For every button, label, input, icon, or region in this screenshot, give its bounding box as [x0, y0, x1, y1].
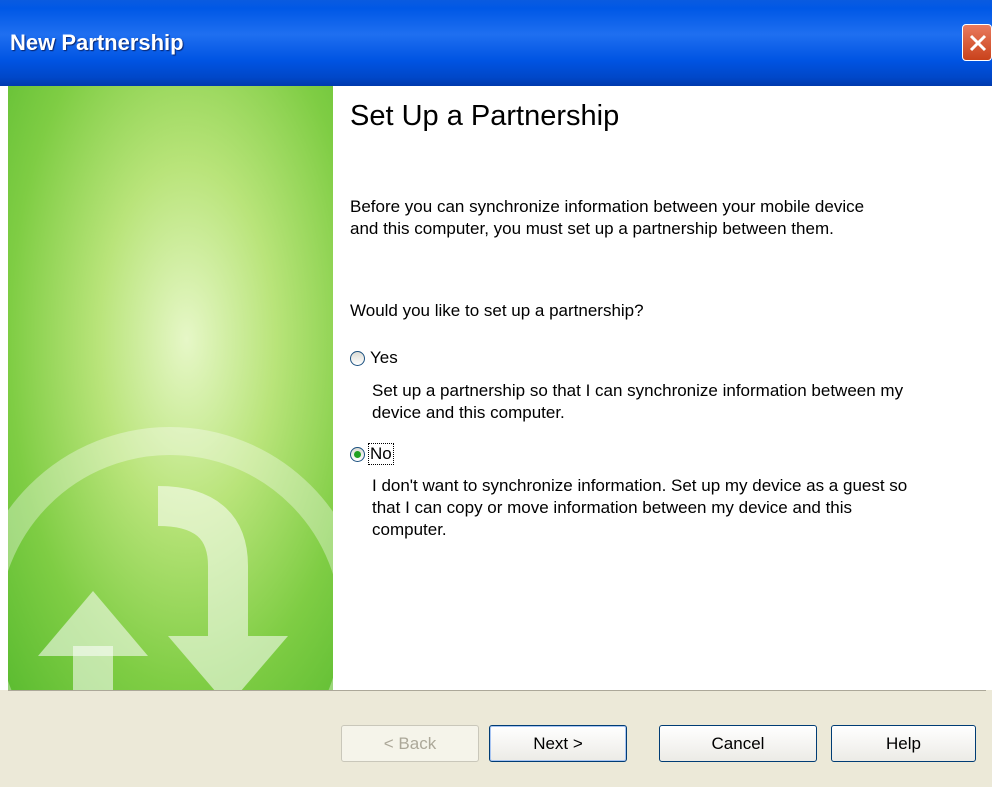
no-description: I don't want to synchronize information.…	[372, 476, 908, 539]
next-button[interactable]: Next >	[489, 725, 627, 762]
radio-no[interactable]: No	[350, 443, 394, 465]
new-partnership-dialog: New Partnership Set Up a Partnership Bef…	[0, 0, 992, 787]
title-bar[interactable]: New Partnership	[0, 0, 992, 86]
radio-yes[interactable]: Yes	[350, 348, 399, 368]
window-title: New Partnership	[10, 30, 184, 55]
yes-description: Set up a partnership so that I can synch…	[372, 381, 904, 422]
radio-no-circle[interactable]	[350, 446, 365, 462]
question-text: Would you like to set up a partnership?	[350, 301, 644, 320]
radio-no-label[interactable]: No	[368, 443, 394, 465]
radio-yes-circle[interactable]	[350, 350, 365, 366]
radio-yes-label[interactable]: Yes	[369, 348, 399, 368]
wizard-banner	[8, 86, 333, 690]
help-button[interactable]: Help	[831, 725, 976, 762]
wizard-body: Set Up a Partnership Before you can sync…	[0, 86, 992, 690]
wizard-content: Set Up a Partnership Before you can sync…	[350, 86, 970, 690]
intro-text: Before you can synchronize information b…	[350, 197, 865, 238]
sync-arrows-icon	[8, 427, 333, 690]
close-icon	[969, 34, 987, 52]
close-button[interactable]	[962, 24, 992, 61]
cancel-button[interactable]: Cancel	[659, 725, 817, 762]
page-heading: Set Up a Partnership	[350, 100, 620, 132]
separator	[8, 690, 986, 691]
back-button[interactable]: < Back	[341, 725, 479, 762]
